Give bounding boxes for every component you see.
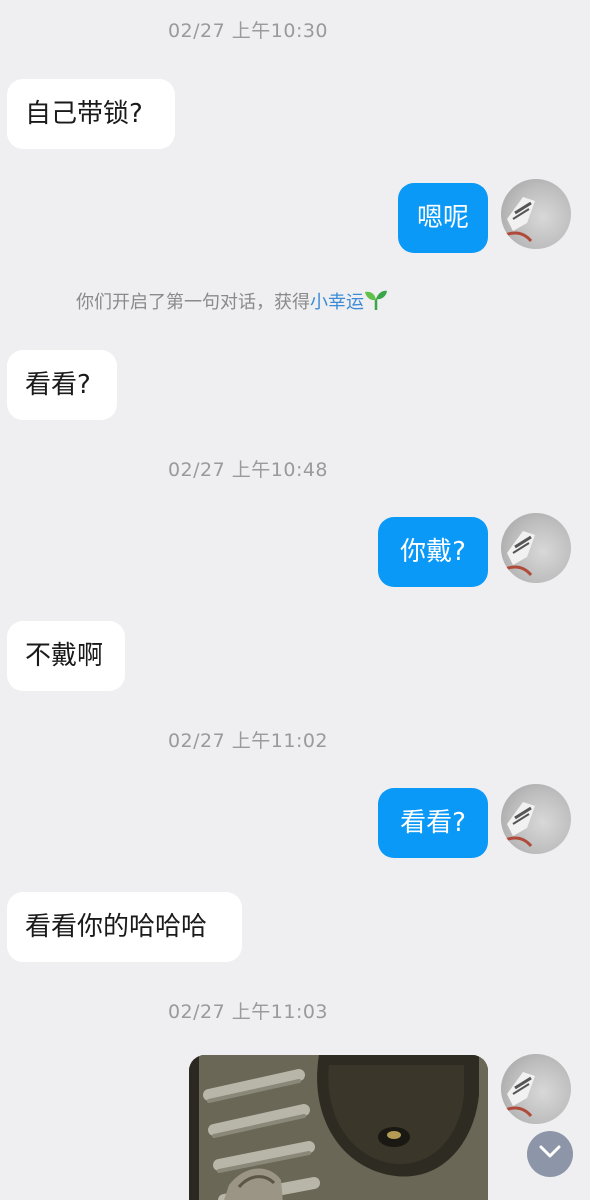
- chevron-down-icon: [538, 1144, 562, 1164]
- avatar-image: [504, 197, 535, 243]
- message-bubble-incoming[interactable]: 看看?: [7, 350, 117, 420]
- chat-window[interactable]: 02/27 上午10:30 自己带锁? 嗯呢 你们开启了第一句对话，获得小幸运 …: [0, 0, 590, 1200]
- timestamp: 02/27 上午10:30: [167, 20, 329, 42]
- message-bubble-outgoing[interactable]: 你戴?: [378, 517, 488, 587]
- avatar-image: [504, 531, 535, 577]
- lucky-link[interactable]: 小幸运: [310, 292, 364, 313]
- sprout-icon: [364, 289, 388, 316]
- message-bubble-incoming[interactable]: 自己带锁?: [7, 79, 175, 149]
- image-message[interactable]: [189, 1055, 488, 1200]
- timestamp: 02/27 上午11:03: [167, 1001, 329, 1023]
- message-bubble-outgoing[interactable]: 嗯呢: [398, 183, 488, 253]
- message-bubble-outgoing[interactable]: 看看?: [378, 788, 488, 858]
- avatar-image: [504, 1072, 535, 1118]
- message-bubble-incoming[interactable]: 看看你的哈哈哈: [7, 892, 242, 962]
- avatar[interactable]: [501, 1054, 571, 1124]
- avatar[interactable]: [501, 513, 571, 583]
- system-notice: 你们开启了第一句对话，获得小幸运: [76, 288, 388, 316]
- avatar-image: [504, 802, 535, 848]
- scroll-to-bottom-button[interactable]: [527, 1131, 573, 1177]
- timestamp: 02/27 上午11:02: [167, 730, 329, 752]
- message-bubble-incoming[interactable]: 不戴啊: [7, 621, 125, 691]
- avatar[interactable]: [501, 784, 571, 854]
- system-notice-text: 你们开启了第一句对话，获得: [76, 292, 310, 313]
- photo-image: [189, 1055, 488, 1200]
- avatar[interactable]: [501, 179, 571, 249]
- timestamp: 02/27 上午10:48: [167, 459, 329, 481]
